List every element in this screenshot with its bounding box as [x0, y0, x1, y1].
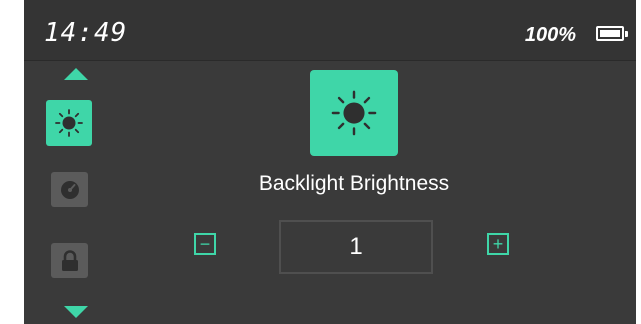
brightness-value: 1 — [279, 220, 433, 274]
sidebar-item-gauge[interactable] — [51, 172, 88, 207]
sun-icon — [331, 90, 377, 136]
battery-fill — [600, 30, 620, 37]
setting-title: Backlight Brightness — [258, 172, 450, 195]
device-screen: 14:49 100% Backlight Brightness − 1 + — [24, 0, 636, 324]
battery-icon — [596, 26, 628, 41]
lock-icon — [61, 249, 78, 271]
decrement-button[interactable]: − — [194, 233, 216, 255]
increment-button[interactable]: + — [487, 233, 509, 255]
gauge-icon — [60, 180, 79, 199]
scroll-up-arrow-icon[interactable] — [64, 68, 88, 80]
clock: 14:49 — [44, 18, 128, 48]
brightness-setting-icon — [310, 70, 398, 156]
battery-percentage: 100% — [524, 24, 576, 46]
settings-panel: Backlight Brightness − 1 + — [24, 61, 636, 324]
sidebar-item-brightness[interactable] — [46, 100, 92, 146]
status-bar: 14:49 100% — [24, 0, 636, 61]
sun-icon — [55, 109, 83, 137]
sidebar-item-lock[interactable] — [51, 243, 88, 278]
scroll-down-arrow-icon[interactable] — [64, 306, 88, 318]
